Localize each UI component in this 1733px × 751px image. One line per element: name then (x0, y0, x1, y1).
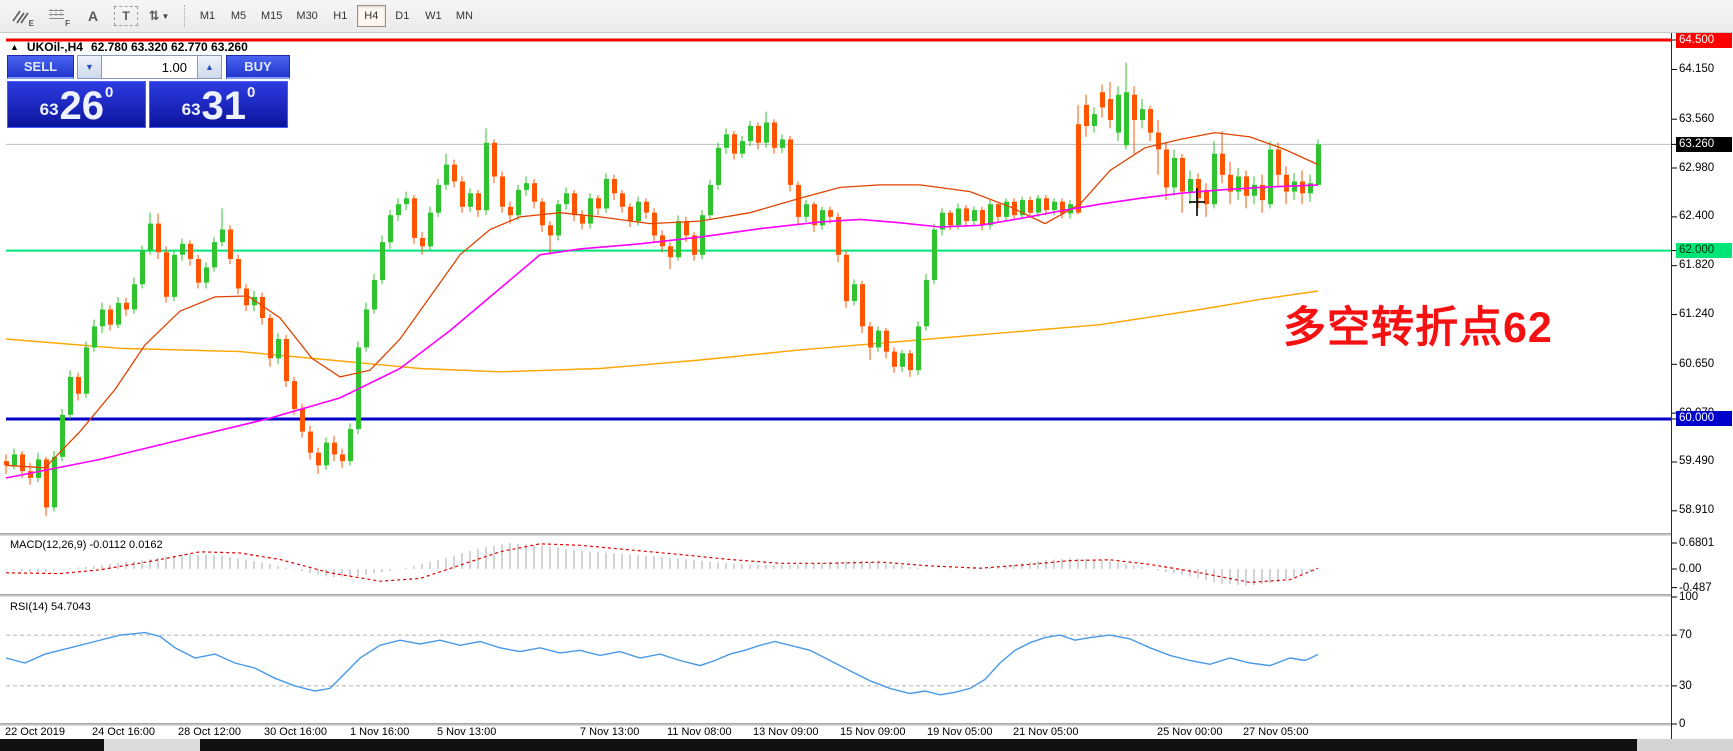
macd-label: MACD(12,26,9) -0.0112 0.0162 (10, 539, 163, 551)
price-axis-label-58.910: 58.910 (1679, 503, 1731, 518)
toolbar-separator (184, 5, 185, 27)
timeframe-button-w1[interactable]: W1 (419, 5, 448, 27)
time-axis-panel[interactable] (0, 726, 1671, 739)
timeframe-button-h4[interactable]: H4 (357, 5, 386, 27)
buy-price-prefix: 63 (182, 100, 201, 120)
time-axis-label: 21 Nov 05:00 (1013, 726, 1078, 738)
one-click-trade-panel: SELL ▼ ▲ BUY 63 26 0 63 31 0 (7, 55, 291, 128)
timeframe-button-m15[interactable]: M15 (255, 5, 288, 27)
price-axis-label-63.560: 63.560 (1679, 112, 1731, 127)
time-axis-label: 11 Nov 08:00 (667, 726, 732, 738)
sell-price-sup: 0 (105, 84, 113, 101)
chart-annotation-text[interactable]: 多空转折点62 (1283, 293, 1553, 355)
timeframe-bar: M1M5M15M30H1H4D1W1MN (193, 5, 481, 27)
time-axis-label: 27 Nov 05:00 (1243, 726, 1308, 738)
spin-up-icon: ▲ (205, 62, 214, 72)
toolbar: E F A T ⇅ ▼ M1M5M15M30H1H4D1W1MN (0, 0, 1733, 33)
timeframe-button-h1[interactable]: H1 (326, 5, 355, 27)
time-axis-label: 13 Nov 09:00 (753, 726, 818, 738)
mt4-window: E F A T ⇅ ▼ M1M5M15M30H1H4D1W1MN (0, 0, 1733, 751)
timeframe-button-mn[interactable]: MN (450, 5, 479, 27)
price-axis-label-64.150: 64.150 (1679, 62, 1731, 77)
ohlc-values: 62.780 63.320 62.770 63.260 (91, 40, 248, 54)
spin-down-icon: ▼ (85, 62, 94, 72)
symbol-title: UKOil-,H4 (27, 40, 83, 54)
time-axis-label: 5 Nov 13:00 (437, 726, 496, 738)
time-axis-label: 7 Nov 13:00 (580, 726, 639, 738)
time-axis-label: 22 Oct 2019 (5, 726, 65, 738)
arrows-icon[interactable]: ⇅ ▼ (144, 4, 174, 28)
rsi-axis-label-0: 0 (1679, 718, 1685, 730)
timeframe-button-m5[interactable]: M5 (224, 5, 253, 27)
time-axis-label: 1 Nov 16:00 (350, 726, 409, 738)
timeframe-button-d1[interactable]: D1 (388, 5, 417, 27)
grid-icon-letter: F (65, 19, 70, 28)
price-axis-badge-64.500: 64.500 (1676, 33, 1732, 48)
price-axis-label-60.650: 60.650 (1679, 357, 1731, 372)
volume-increase-button[interactable]: ▲ (197, 55, 222, 79)
indicators-icon-letter: E (29, 19, 34, 28)
sell-price-box[interactable]: 63 26 0 (7, 81, 146, 128)
price-axis-badge-60.000: 60.000 (1676, 411, 1732, 426)
time-axis-label: 30 Oct 16:00 (264, 726, 327, 738)
rsi-label: RSI(14) 54.7043 (10, 601, 91, 613)
text-label-icon[interactable]: A (78, 4, 108, 28)
chart-tab[interactable] (104, 739, 200, 751)
grid-icon[interactable]: F (42, 4, 72, 28)
indicators-icon[interactable]: E (6, 4, 36, 28)
volume-decrease-button[interactable]: ▼ (77, 55, 102, 79)
macd-panel[interactable] (0, 536, 1671, 594)
rsi-panel[interactable] (0, 597, 1671, 723)
bottom-tab-strip (0, 739, 1733, 751)
buy-price-box[interactable]: 63 31 0 (149, 81, 288, 128)
sell-price-prefix: 63 (40, 100, 59, 120)
buy-price-main: 31 (202, 89, 247, 123)
axis-separator (1671, 33, 1672, 739)
chevron-down-icon: ▼ (161, 12, 169, 21)
price-axis-label-62.400: 62.400 (1679, 209, 1731, 224)
text-box-icon[interactable]: T (114, 6, 138, 26)
buy-button[interactable]: BUY (226, 55, 290, 79)
time-axis-label: 15 Nov 09:00 (840, 726, 905, 738)
time-axis-label: 25 Nov 00:00 (1157, 726, 1222, 738)
rsi-axis-label-100: 100 (1679, 591, 1698, 603)
tab-strip-segment (200, 739, 1637, 751)
sell-button[interactable]: SELL (7, 55, 74, 79)
volume-input[interactable] (102, 55, 197, 79)
time-axis-label: 19 Nov 05:00 (927, 726, 992, 738)
sell-price-main: 26 (60, 89, 105, 123)
tab-strip-segment (0, 739, 104, 751)
collapse-panel-icon[interactable]: ▲ (10, 42, 19, 52)
chart-header: ▲ UKOil-,H4 62.780 63.320 62.770 63.260 (10, 40, 248, 54)
rsi-axis-label-70: 70 (1679, 629, 1692, 641)
price-axis-badge-62.000: 62.000 (1676, 243, 1732, 258)
time-axis-label: 28 Oct 12:00 (178, 726, 241, 738)
timeframe-button-m30[interactable]: M30 (290, 5, 323, 27)
price-axis-label-61.820: 61.820 (1679, 258, 1731, 273)
price-axis-label-61.240: 61.240 (1679, 307, 1731, 322)
price-axis-label-59.490: 59.490 (1679, 454, 1731, 469)
timeframe-button-m1[interactable]: M1 (193, 5, 222, 27)
time-axis-label: 24 Oct 16:00 (92, 726, 155, 738)
buy-price-sup: 0 (247, 84, 255, 101)
macd-axis-label-0.00: 0.00 (1679, 563, 1701, 575)
price-axis-badge-63.260: 63.260 (1676, 137, 1732, 152)
macd-axis-label-0.6801: 0.6801 (1679, 537, 1714, 549)
price-axis-label-62.980: 62.980 (1679, 161, 1731, 176)
rsi-axis-label-30: 30 (1679, 680, 1692, 692)
